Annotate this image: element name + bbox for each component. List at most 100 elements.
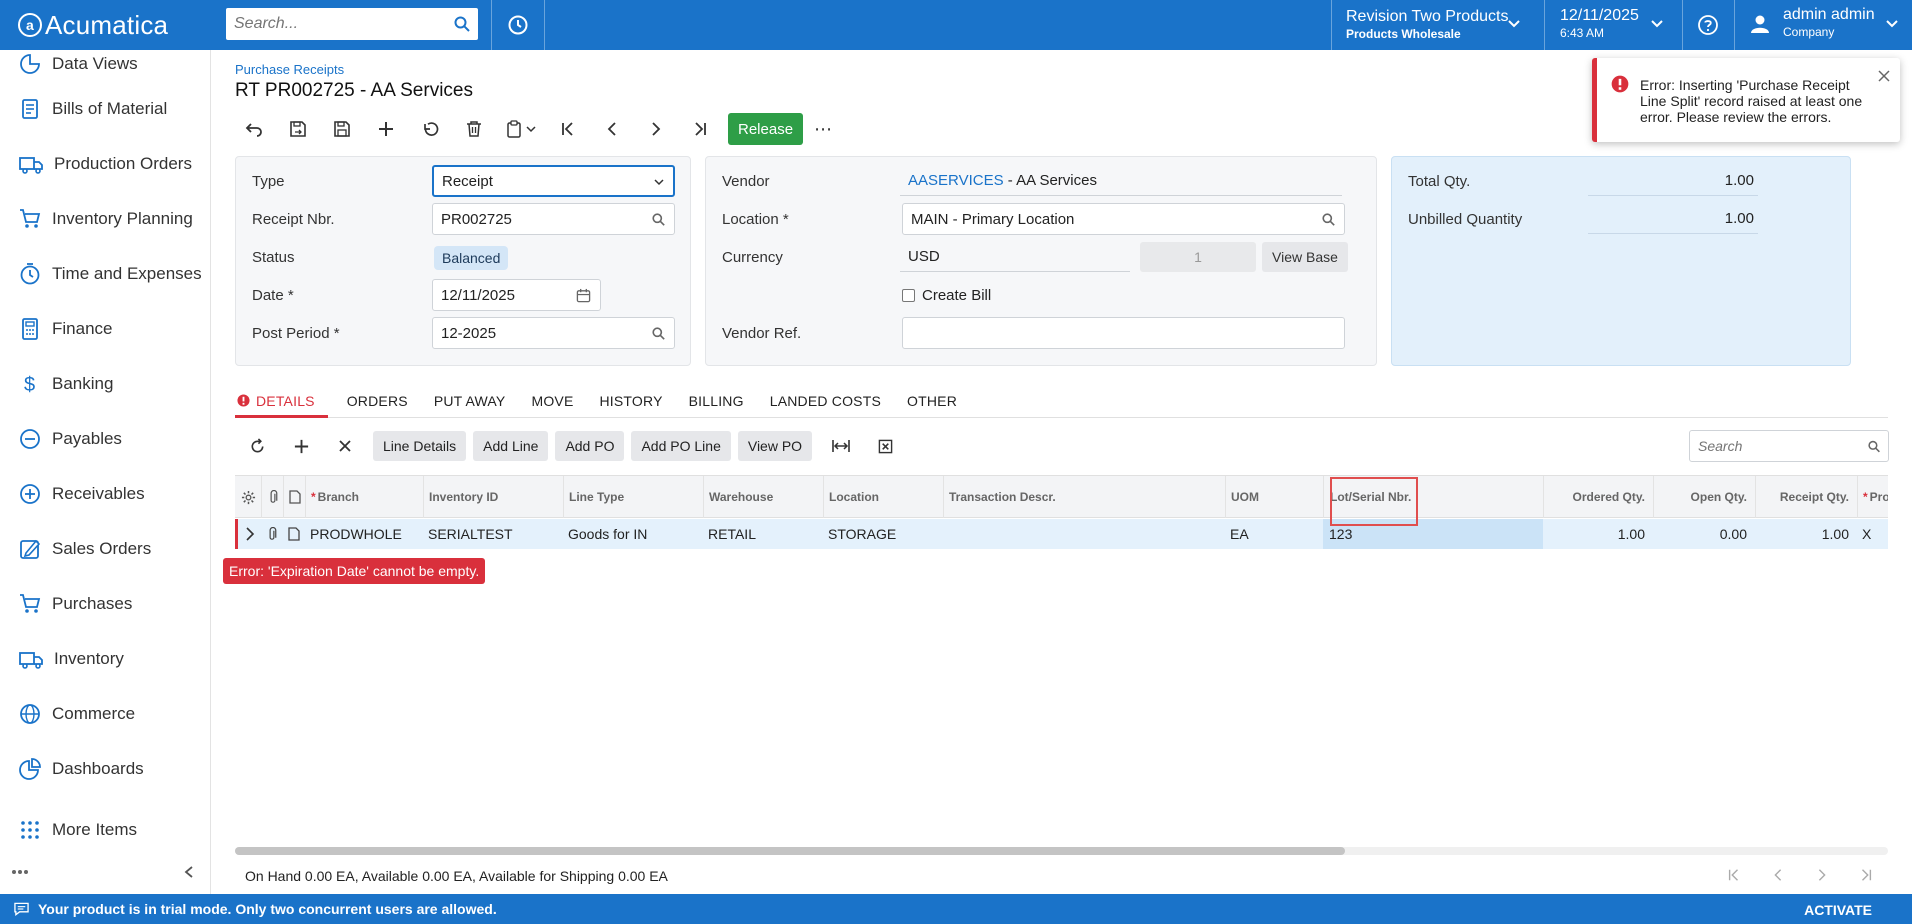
- breadcrumb[interactable]: Purchase Receipts: [235, 62, 344, 77]
- search-icon[interactable]: [1322, 213, 1335, 226]
- tab-details[interactable]: DETAILS: [235, 386, 328, 418]
- cell-ordered-qty[interactable]: 1.00: [1543, 519, 1653, 549]
- cell-inventory-id[interactable]: SERIALTEST: [423, 519, 563, 549]
- activate-link[interactable]: ACTIVATE: [1804, 902, 1872, 918]
- save-button[interactable]: [320, 113, 364, 145]
- back-button[interactable]: [232, 113, 276, 145]
- tab-move[interactable]: MOVE: [518, 386, 586, 418]
- sidebar-item-time-and-expenses[interactable]: Time and Expenses: [0, 254, 210, 294]
- sidebar-item-receivables[interactable]: Receivables: [0, 474, 210, 514]
- tab-billing[interactable]: BILLING: [676, 386, 757, 418]
- vendor-field[interactable]: AASERVICES - AA Services: [900, 166, 1342, 196]
- cancel-button[interactable]: [408, 113, 452, 145]
- grid-horizontal-scrollbar[interactable]: [235, 847, 1888, 855]
- column-header-receipt-qty[interactable]: Receipt Qty.: [1755, 476, 1857, 518]
- row-attachment-button[interactable]: [261, 519, 283, 549]
- scrollbar-thumb[interactable]: [235, 847, 1345, 855]
- column-header-line-type[interactable]: Line Type: [563, 476, 703, 518]
- user-menu[interactable]: admin admin Company: [1735, 0, 1912, 50]
- tenant-selector[interactable]: Revision Two Products Products Wholesale: [1331, 0, 1543, 50]
- business-date-selector[interactable]: 12/11/2025 6:43 AM: [1545, 0, 1682, 50]
- close-icon[interactable]: [1878, 70, 1890, 82]
- vendor-ref-field[interactable]: [902, 317, 1345, 349]
- sidebar-item-more-items[interactable]: More Items: [0, 810, 210, 850]
- sidebar-item-inventory-planning[interactable]: Inventory Planning: [0, 199, 210, 239]
- line-details-button[interactable]: Line Details: [373, 431, 467, 461]
- first-page-button[interactable]: [1712, 862, 1756, 888]
- column-header-transaction-descr[interactable]: Transaction Descr.: [943, 476, 1225, 518]
- date-field[interactable]: 12/11/2025: [432, 279, 601, 311]
- column-header-inventory-id[interactable]: Inventory ID: [423, 476, 563, 518]
- delete-button[interactable]: [452, 113, 496, 145]
- sidebar-item-banking[interactable]: $ Banking: [0, 364, 210, 404]
- sidebar-item-payables[interactable]: Payables: [0, 419, 210, 459]
- tab-landed-costs[interactable]: LANDED COSTS: [757, 386, 894, 418]
- previous-record-button[interactable]: [590, 113, 634, 145]
- table-row[interactable]: PRODWHOLE SERIALTEST Goods for IN RETAIL…: [235, 519, 1888, 549]
- previous-page-button[interactable]: [1756, 862, 1800, 888]
- sidebar-item-purchases[interactable]: Purchases: [0, 584, 210, 624]
- sidebar-item-sales-orders[interactable]: Sales Orders: [0, 529, 210, 569]
- sidebar-item-commerce[interactable]: Commerce: [0, 694, 210, 734]
- grid-search-input[interactable]: [1698, 438, 1868, 454]
- vendor-code-link[interactable]: AASERVICES: [908, 172, 1004, 189]
- column-header-ordered-qty[interactable]: Ordered Qty.: [1543, 476, 1653, 518]
- grid-search[interactable]: [1689, 430, 1889, 462]
- cell-receipt-qty[interactable]: 1.00: [1755, 519, 1857, 549]
- cell-open-qty[interactable]: 0.00: [1653, 519, 1755, 549]
- acumatica-logo[interactable]: a Acumatica: [0, 0, 212, 50]
- sidebar-item-finance[interactable]: Finance: [0, 309, 210, 349]
- column-header-project[interactable]: *Proje: [1857, 476, 1888, 518]
- more-actions-button[interactable]: ⋯: [803, 119, 843, 140]
- sidebar-item-production-orders[interactable]: Production Orders: [0, 144, 210, 184]
- add-row-button[interactable]: [279, 430, 323, 462]
- tab-other[interactable]: OTHER: [894, 386, 970, 418]
- tab-history[interactable]: HISTORY: [586, 386, 675, 418]
- delete-row-button[interactable]: [323, 430, 367, 462]
- add-new-button[interactable]: [364, 113, 408, 145]
- help-button[interactable]: [1683, 0, 1733, 50]
- next-page-button[interactable]: [1800, 862, 1844, 888]
- column-header-location[interactable]: Location: [823, 476, 943, 518]
- add-po-button[interactable]: Add PO: [555, 431, 625, 461]
- location-field[interactable]: MAIN - Primary Location: [902, 203, 1345, 235]
- post-period-field[interactable]: 12-2025: [432, 317, 675, 349]
- sidebar-item-bills-of-material[interactable]: Bills of Material: [0, 89, 210, 129]
- create-bill-checkbox[interactable]: Create Bill: [902, 287, 991, 304]
- cell-uom[interactable]: EA: [1225, 519, 1323, 549]
- type-select[interactable]: Receipt: [432, 165, 675, 197]
- receipt-nbr-field[interactable]: PR002725: [432, 203, 675, 235]
- add-line-button[interactable]: Add Line: [473, 431, 549, 461]
- view-po-button[interactable]: View PO: [737, 431, 813, 461]
- last-page-button[interactable]: [1844, 862, 1888, 888]
- search-icon[interactable]: [652, 327, 665, 340]
- view-base-button[interactable]: View Base: [1262, 242, 1348, 272]
- refresh-button[interactable]: [235, 430, 279, 462]
- checkbox-box[interactable]: [902, 288, 915, 302]
- next-record-button[interactable]: [634, 113, 678, 145]
- fit-columns-button[interactable]: [819, 430, 863, 462]
- column-header-open-qty[interactable]: Open Qty.: [1653, 476, 1755, 518]
- cell-warehouse[interactable]: RETAIL: [703, 519, 823, 549]
- sidebar-item-inventory[interactable]: Inventory: [0, 639, 210, 679]
- column-header-warehouse[interactable]: Warehouse: [703, 476, 823, 518]
- cell-location[interactable]: STORAGE: [823, 519, 943, 549]
- search-icon[interactable]: [652, 213, 665, 226]
- global-search[interactable]: [226, 8, 478, 40]
- ellipsis-icon[interactable]: [11, 869, 29, 875]
- last-record-button[interactable]: [678, 113, 722, 145]
- calendar-icon[interactable]: [576, 288, 591, 303]
- search-icon[interactable]: [1868, 440, 1880, 453]
- sidebar-item-data-views[interactable]: Data Views: [0, 44, 210, 84]
- row-note-button[interactable]: [283, 519, 305, 549]
- sidebar-item-dashboards[interactable]: Dashboards: [0, 749, 210, 789]
- search-icon[interactable]: [454, 16, 470, 32]
- release-button[interactable]: Release: [728, 113, 804, 145]
- expand-row-button[interactable]: [238, 519, 261, 549]
- cell-line-type[interactable]: Goods for IN: [563, 519, 703, 549]
- collapse-sidebar-icon[interactable]: [182, 865, 196, 879]
- save-and-close-button[interactable]: [276, 113, 320, 145]
- tab-put-away[interactable]: PUT AWAY: [421, 386, 519, 418]
- tab-orders[interactable]: ORDERS: [328, 386, 421, 418]
- cell-transaction-descr[interactable]: [943, 519, 1225, 549]
